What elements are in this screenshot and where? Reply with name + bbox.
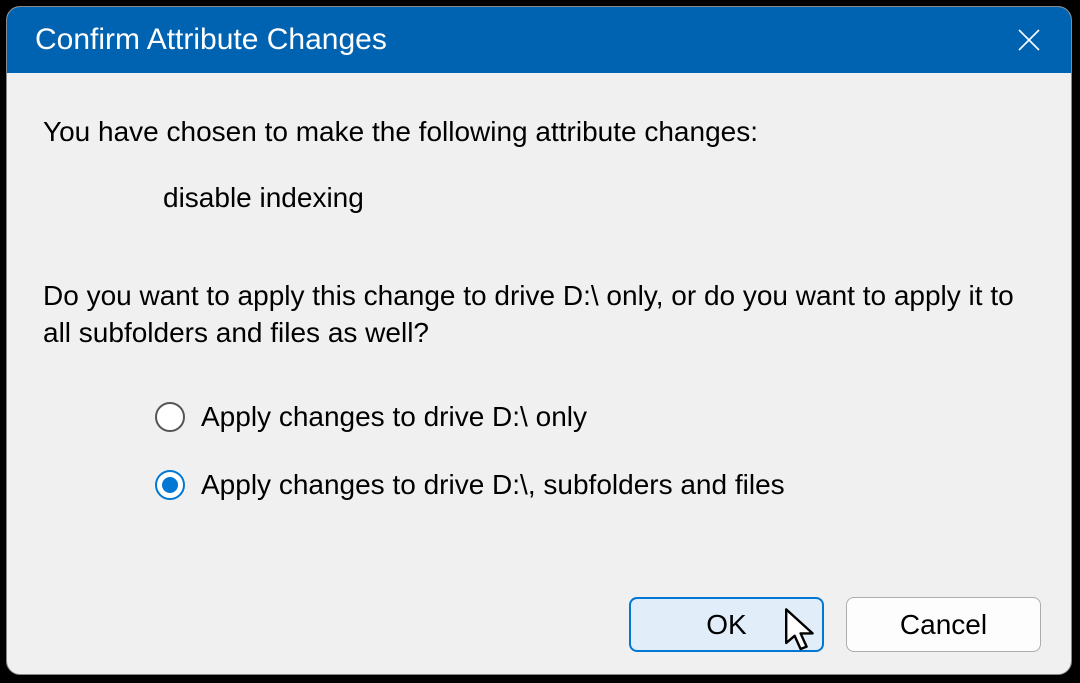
dialog-footer: OK Cancel xyxy=(629,597,1041,652)
options-group: Apply changes to drive D:\ only Apply ch… xyxy=(155,398,1035,504)
change-item: disable indexing xyxy=(163,179,1035,217)
cancel-button[interactable]: Cancel xyxy=(846,597,1041,652)
option-label: Apply changes to drive D:\, subfolders a… xyxy=(201,466,785,504)
radio-icon xyxy=(155,470,185,500)
radio-icon xyxy=(155,402,185,432)
close-button[interactable] xyxy=(1011,22,1047,58)
intro-text: You have chosen to make the following at… xyxy=(43,113,1035,151)
confirm-attribute-changes-dialog: Confirm Attribute Changes You have chose… xyxy=(6,6,1072,675)
question-text: Do you want to apply this change to driv… xyxy=(43,277,1035,353)
close-icon xyxy=(1016,27,1042,53)
option-drive-only[interactable]: Apply changes to drive D:\ only xyxy=(155,398,1035,436)
dialog-title: Confirm Attribute Changes xyxy=(35,23,387,57)
dialog-body: You have chosen to make the following at… xyxy=(7,73,1071,504)
option-label: Apply changes to drive D:\ only xyxy=(201,398,587,436)
titlebar: Confirm Attribute Changes xyxy=(7,7,1071,73)
option-recursive[interactable]: Apply changes to drive D:\, subfolders a… xyxy=(155,466,1035,504)
ok-button[interactable]: OK xyxy=(629,597,824,652)
